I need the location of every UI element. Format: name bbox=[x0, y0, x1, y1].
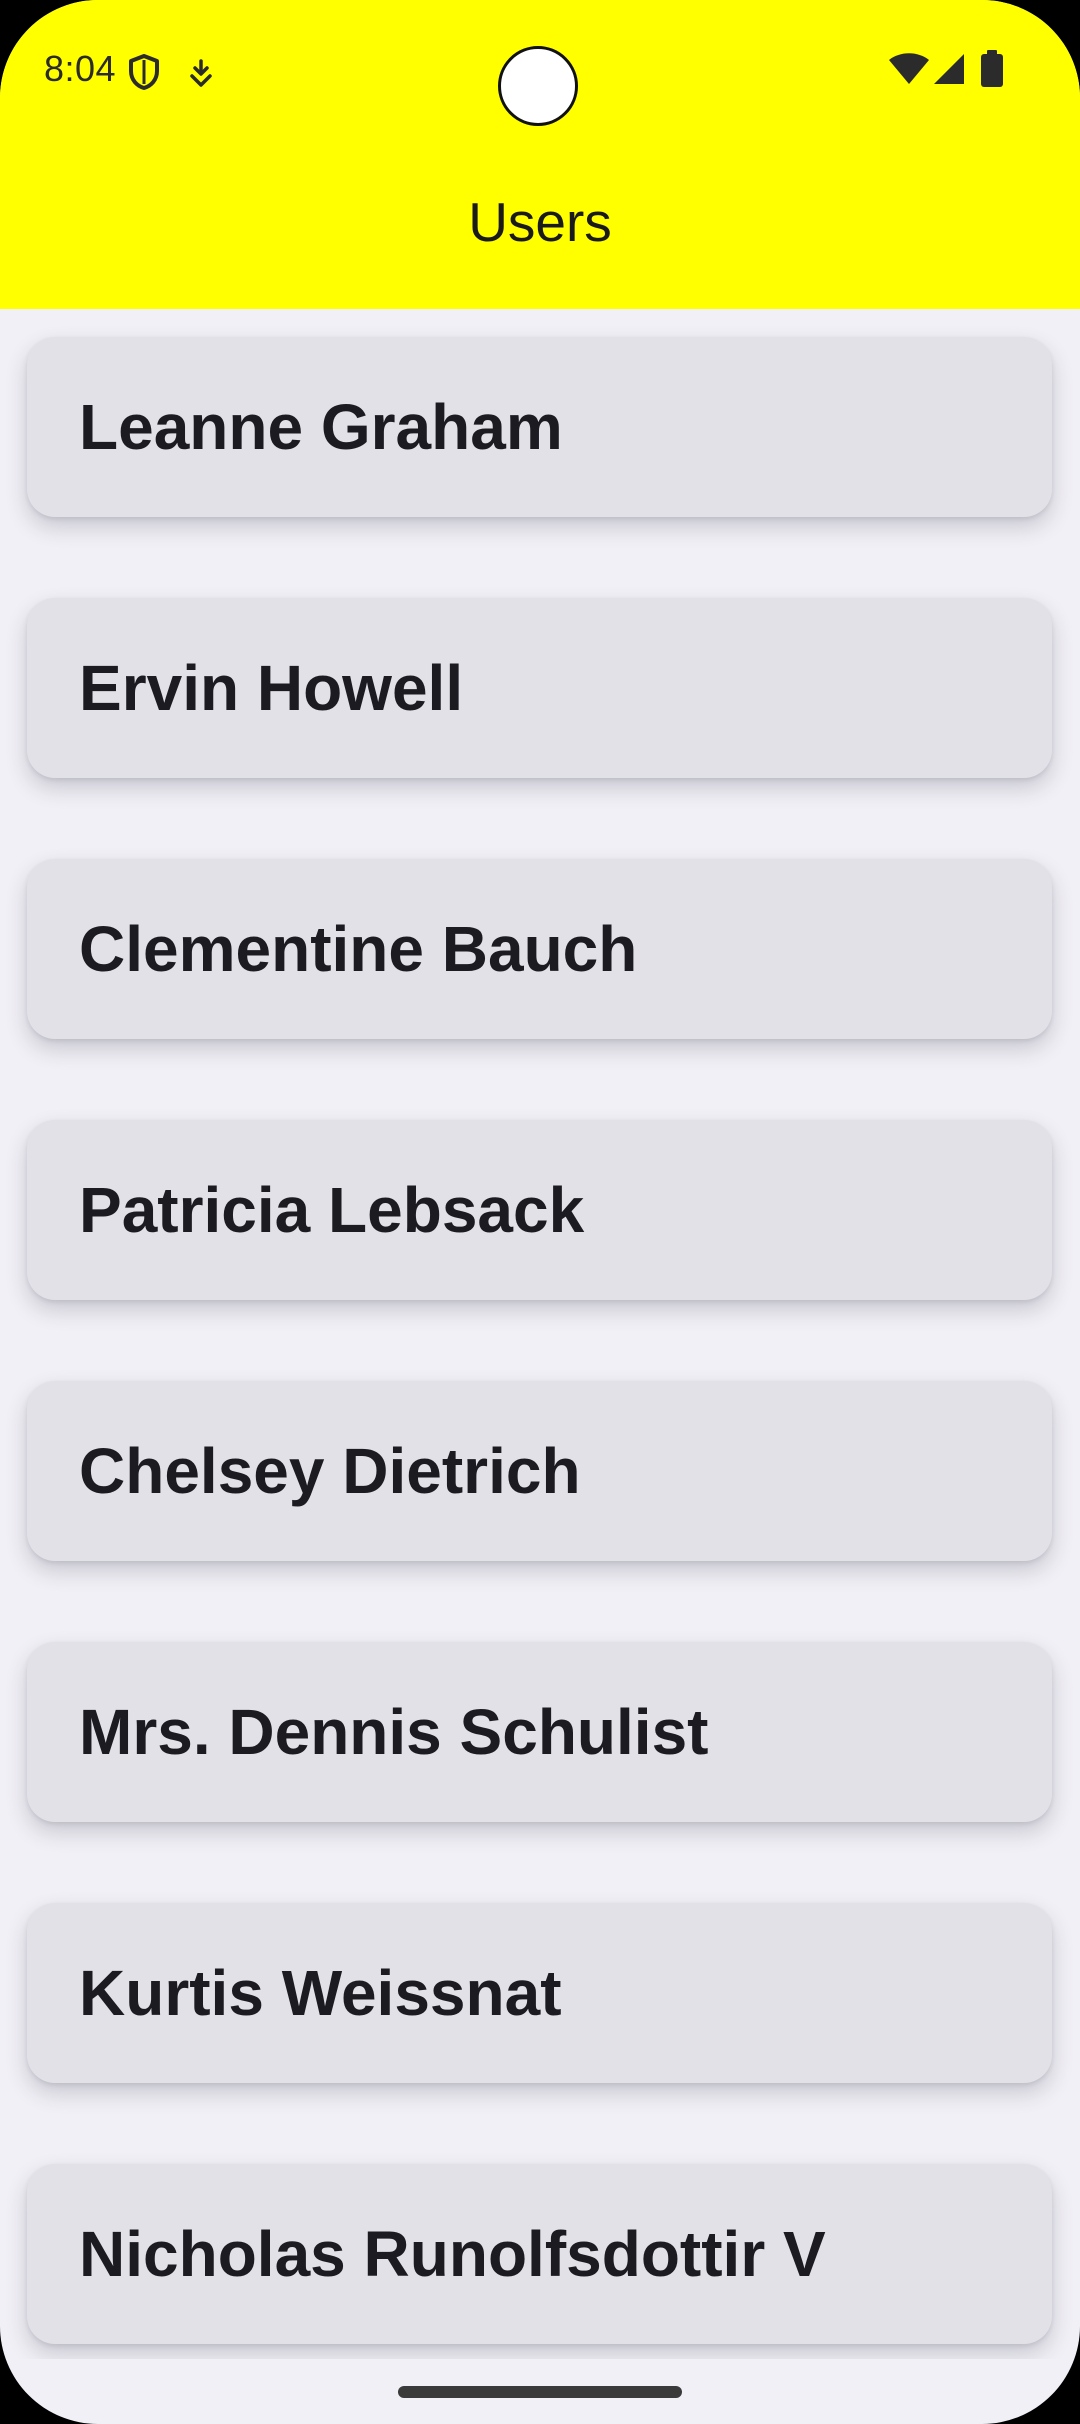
user-card[interactable]: Chelsey Dietrich bbox=[27, 1381, 1052, 1561]
user-card[interactable]: Leanne Graham bbox=[27, 337, 1052, 517]
status-time: 8:04 bbox=[44, 48, 117, 89]
home-indicator[interactable] bbox=[398, 2386, 682, 2398]
user-name: Nicholas Runolfsdottir V bbox=[79, 2218, 826, 2290]
user-list: Leanne Graham Ervin Howell Clementine Ba… bbox=[0, 309, 1080, 2359]
wifi-icon bbox=[889, 53, 929, 84]
page-title: Users bbox=[468, 191, 612, 253]
status-bar: 8:04 bbox=[0, 0, 1080, 140]
user-card[interactable]: Clementine Bauch bbox=[27, 859, 1052, 1039]
top-app-bar: 8:04 Users bbox=[0, 0, 1080, 309]
user-name: Kurtis Weissnat bbox=[79, 1957, 562, 2029]
user-name: Leanne Graham bbox=[79, 391, 563, 463]
user-name: Mrs. Dennis Schulist bbox=[79, 1696, 709, 1768]
user-card[interactable]: Kurtis Weissnat bbox=[27, 1903, 1052, 2083]
user-name: Ervin Howell bbox=[79, 652, 464, 724]
camera-cutout bbox=[498, 46, 578, 126]
phone-screen: 8:04 Users Leanne Graham Ervin Howell Cl… bbox=[0, 0, 1080, 2424]
battery-icon bbox=[981, 50, 1003, 87]
user-name: Patricia Lebsack bbox=[79, 1174, 585, 1246]
user-card[interactable]: Patricia Lebsack bbox=[27, 1120, 1052, 1300]
download-icon bbox=[190, 59, 212, 87]
user-name: Clementine Bauch bbox=[79, 913, 638, 985]
signal-icon bbox=[934, 54, 964, 84]
shield-icon bbox=[129, 54, 159, 90]
user-name: Chelsey Dietrich bbox=[79, 1435, 581, 1507]
user-card[interactable]: Nicholas Runolfsdottir V bbox=[27, 2164, 1052, 2344]
user-card[interactable]: Mrs. Dennis Schulist bbox=[27, 1642, 1052, 1822]
user-card[interactable]: Ervin Howell bbox=[27, 598, 1052, 778]
